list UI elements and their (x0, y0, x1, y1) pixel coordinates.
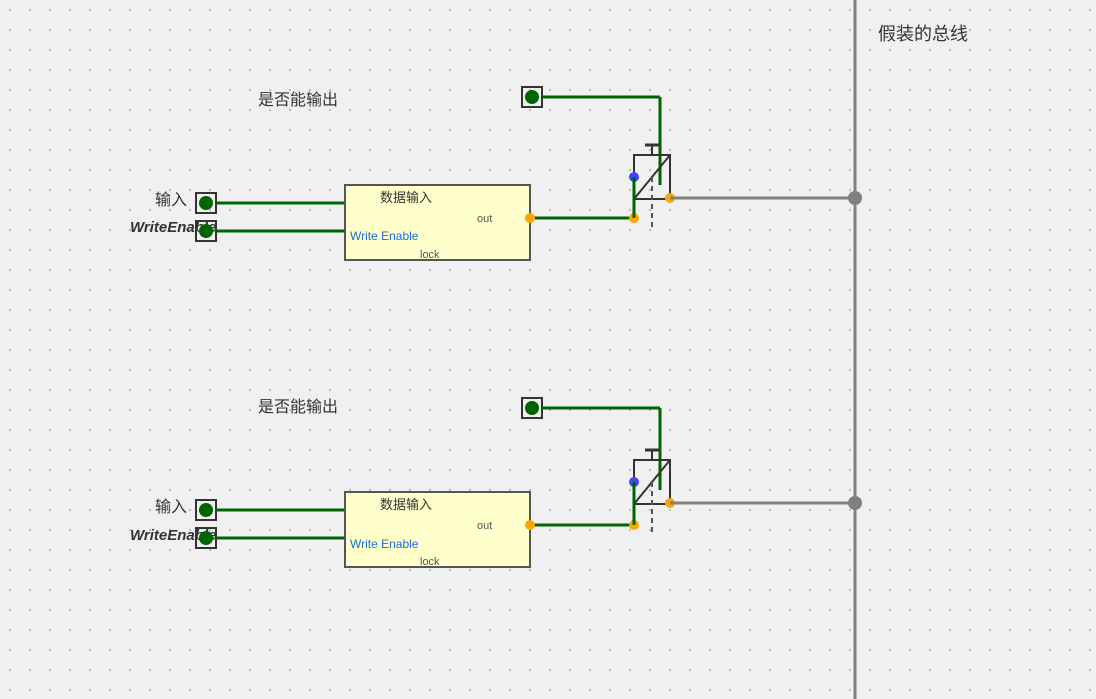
grid-background (0, 0, 1096, 699)
